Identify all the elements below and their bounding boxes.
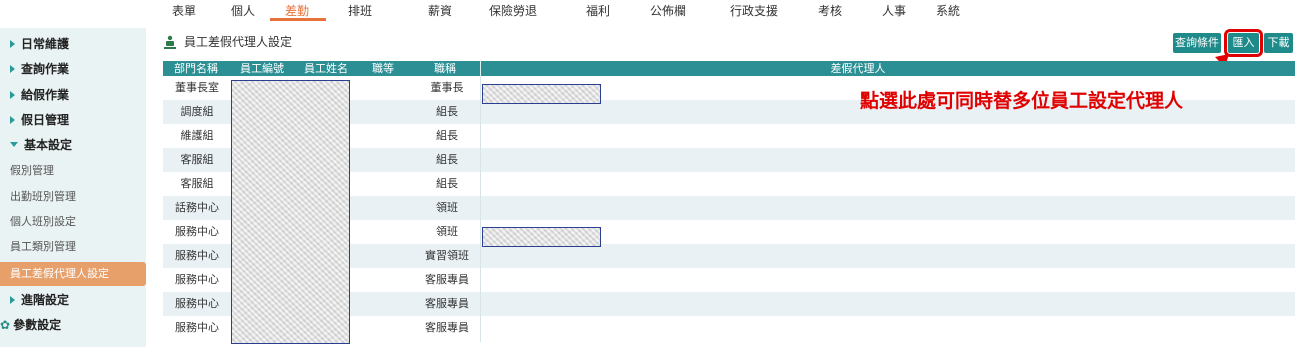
sidebar-item-label: 假日管理: [21, 113, 70, 127]
cell-department: 客服組: [180, 153, 214, 166]
sidebar-item-advanced-settings[interactable]: 進階設定: [0, 288, 146, 312]
sidebar-item-label: 參數設定: [13, 318, 62, 332]
sidebar-item-label: 假別管理: [10, 164, 54, 177]
sidebar-item-employee-category[interactable]: 員工類別管理: [0, 235, 146, 259]
sidebar-item-leave-types[interactable]: 假別管理: [0, 159, 146, 183]
table-header: 部門名稱 員工編號 員工姓名 職等 職稱 差假代理人: [163, 61, 1295, 76]
sidebar-item-label: 出勤班別管理: [10, 190, 76, 203]
annotation-text: 點選此處可同時替多位員工設定代理人: [860, 90, 1184, 112]
caret-right-icon: [10, 91, 15, 99]
cell-department: 服務中心: [175, 225, 219, 238]
cell-department: 服務中心: [175, 297, 219, 310]
cell-department: 服務中心: [175, 273, 219, 286]
active-tab-underline: [270, 18, 326, 21]
sidebar-item-label: 個人班別設定: [10, 215, 76, 228]
sidebar-item-basic-settings[interactable]: 基本設定: [0, 133, 146, 157]
column-divider: [480, 76, 481, 342]
sidebar-item-label: 進階設定: [21, 293, 70, 307]
caret-right-icon: [10, 116, 15, 124]
caret-right-icon: [10, 65, 15, 73]
col-header-employee-name: 員工姓名: [304, 62, 348, 75]
nav-item-hr[interactable]: 人事: [882, 2, 906, 19]
nav-item-personal[interactable]: 個人: [231, 2, 255, 19]
nav-item-welfare[interactable]: 福利: [586, 2, 610, 19]
col-header-department: 部門名稱: [174, 62, 218, 75]
cell-department: 服務中心: [175, 321, 219, 334]
page-title-text: 員工差假代理人設定: [184, 35, 293, 49]
nav-item-appraisal[interactable]: 考核: [818, 2, 842, 19]
cell-department: 話務中心: [175, 201, 219, 214]
header-divider: [480, 61, 481, 76]
nav-item-insurance-pension[interactable]: 保險勞退: [489, 2, 537, 19]
cell-job-title: 領班: [436, 225, 458, 238]
col-header-job-title: 職稱: [434, 62, 456, 75]
sidebar-item-label: 基本設定: [24, 138, 73, 152]
col-header-grade: 職等: [372, 62, 394, 75]
cell-department: 董事長室: [175, 81, 219, 94]
sidebar-item-personal-shift[interactable]: 個人班別設定: [0, 210, 146, 234]
redacted-agent-name[interactable]: [482, 227, 601, 247]
sidebar: 日常維護 查詢作業 給假作業 假日管理 基本設定 假別管理 出勤班別管理 個人班…: [0, 28, 146, 347]
sidebar-item-shift-management[interactable]: 出勤班別管理: [0, 185, 146, 209]
cell-job-title: 組長: [436, 153, 458, 166]
query-conditions-button[interactable]: 查詢條件: [1173, 33, 1221, 53]
sidebar-item-label: 查詢作業: [21, 62, 70, 76]
person-settings-icon: [164, 35, 176, 49]
download-button[interactable]: 下載: [1264, 33, 1293, 53]
page-title: 員工差假代理人設定: [164, 33, 292, 50]
cell-job-title: 董事長: [430, 81, 464, 94]
col-header-leave-agent: 差假代理人: [830, 62, 886, 75]
caret-right-icon: [10, 296, 15, 304]
nav-item-payroll[interactable]: 薪資: [428, 2, 452, 19]
nav-item-forms[interactable]: 表單: [172, 2, 196, 19]
sidebar-item-holiday[interactable]: 假日管理: [0, 108, 146, 132]
cell-department: 客服組: [180, 177, 214, 190]
cell-department: 維護組: [180, 129, 214, 142]
sidebar-item-leave-agent-settings[interactable]: 員工差假代理人設定: [0, 262, 146, 286]
gear-icon: ✿: [0, 318, 11, 332]
cell-job-title: 客服專員: [425, 297, 469, 310]
cell-job-title: 組長: [436, 105, 458, 118]
col-header-employee-id: 員工編號: [240, 62, 284, 75]
sidebar-item-label: 日常維護: [21, 37, 70, 51]
sidebar-item-leave-grant[interactable]: 給假作業: [0, 83, 146, 107]
sidebar-item-parameters[interactable]: ✿ 參數設定: [0, 313, 146, 337]
cell-job-title: 客服專員: [425, 273, 469, 286]
sidebar-item-label: 員工類別管理: [10, 240, 76, 253]
cell-department: 調度組: [180, 105, 214, 118]
cell-job-title: 實習領班: [425, 249, 469, 262]
nav-item-system[interactable]: 系統: [936, 2, 960, 19]
nav-item-scheduling[interactable]: 排班: [348, 2, 372, 19]
sidebar-item-daily-maintenance[interactable]: 日常維護: [0, 32, 146, 56]
import-button[interactable]: 匯入: [1224, 29, 1263, 57]
cell-job-title: 客服專員: [425, 321, 469, 334]
redacted-employee-block: [231, 80, 350, 344]
cell-job-title: 組長: [436, 177, 458, 190]
caret-down-icon: [10, 142, 18, 147]
sidebar-item-label: 員工差假代理人設定: [10, 267, 109, 280]
cell-job-title: 領班: [436, 201, 458, 214]
redacted-agent-name[interactable]: [482, 84, 601, 104]
cell-job-title: 組長: [436, 129, 458, 142]
top-navigation: 表單 個人 差勤 排班 薪資 保險勞退 福利 公佈欄 行政支援 考核 人事 系統: [0, 0, 1297, 22]
caret-right-icon: [10, 40, 15, 48]
sidebar-item-query[interactable]: 查詢作業: [0, 57, 146, 81]
nav-item-admin-support[interactable]: 行政支援: [730, 2, 778, 19]
cell-department: 服務中心: [175, 249, 219, 262]
nav-item-attendance[interactable]: 差勤: [285, 2, 309, 19]
nav-item-bulletin[interactable]: 公佈欄: [650, 2, 686, 19]
sidebar-item-label: 給假作業: [21, 88, 70, 102]
